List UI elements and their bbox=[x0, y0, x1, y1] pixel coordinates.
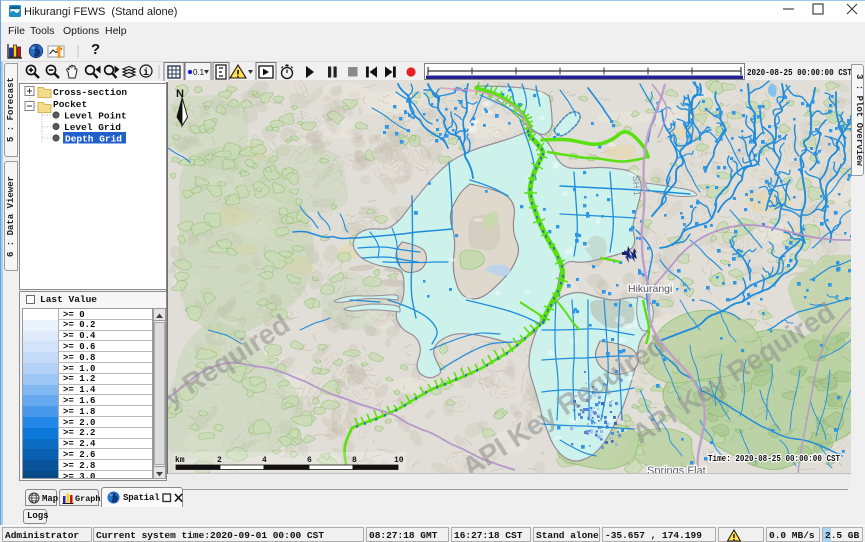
svg-text:2: 2 bbox=[217, 456, 222, 465]
svg-text:0.1: 0.1 bbox=[193, 68, 205, 77]
svg-text:Level Point: Level Point bbox=[64, 111, 127, 122]
svg-text:Depth Grid: Depth Grid bbox=[65, 134, 122, 145]
svg-text:10: 10 bbox=[394, 456, 404, 465]
svg-text:6: 6 bbox=[307, 456, 312, 465]
svg-text:km: km bbox=[175, 456, 185, 465]
svg-text:4: 4 bbox=[262, 456, 267, 465]
svg-text:Time: 2020-08-25 00:00:00 CST: Time: 2020-08-25 00:00:00 CST bbox=[708, 453, 840, 464]
svg-text:Level Grid: Level Grid bbox=[64, 122, 121, 133]
svg-text:SH 1: SH 1 bbox=[631, 175, 642, 196]
svg-text:Hikurangi: Hikurangi bbox=[628, 283, 672, 295]
svg-text:8: 8 bbox=[352, 456, 357, 465]
svg-text:Cross-section: Cross-section bbox=[53, 87, 127, 98]
svg-text:Springs Flat: Springs Flat bbox=[647, 465, 706, 473]
svg-text:i: i bbox=[143, 67, 149, 79]
svg-text:N: N bbox=[176, 88, 184, 100]
svg-text:Pocket: Pocket bbox=[53, 99, 87, 110]
